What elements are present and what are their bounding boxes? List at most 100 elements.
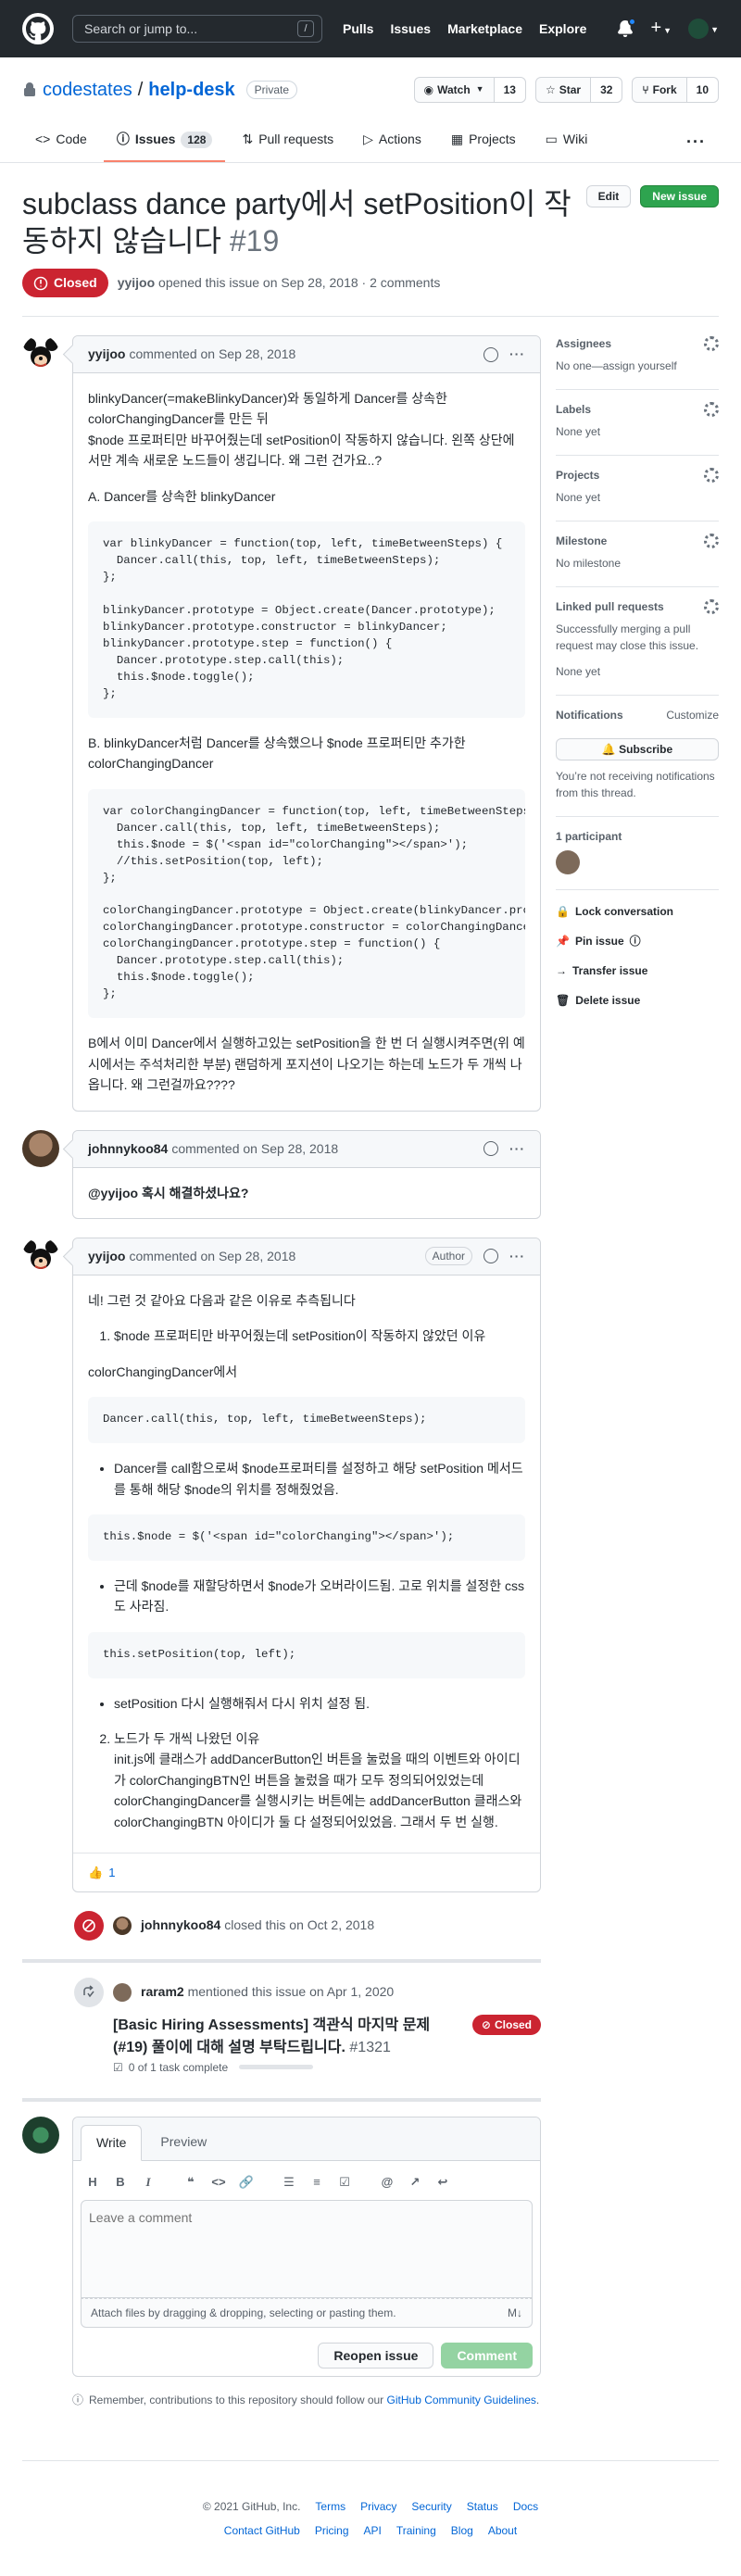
kebab-menu-icon[interactable]: ··· <box>509 1247 525 1266</box>
add-reaction-icon[interactable] <box>484 346 498 362</box>
unordered-list-icon[interactable]: ☰ <box>277 2172 301 2193</box>
sidebar-heading[interactable]: Milestone <box>556 533 607 549</box>
issue-author-link[interactable]: yyijoo <box>118 275 155 290</box>
mention-icon[interactable]: @ <box>375 2172 399 2193</box>
kebab-menu-icon[interactable]: ··· <box>509 345 525 364</box>
avatar-yyijoo[interactable] <box>22 335 59 372</box>
event-actor[interactable]: raram2 <box>141 1984 184 1999</box>
star-count[interactable]: 32 <box>591 78 622 102</box>
code-icon[interactable]: <> <box>207 2172 231 2193</box>
heading-icon[interactable]: H <box>81 2172 105 2193</box>
nav-marketplace[interactable]: Marketplace <box>447 19 522 39</box>
star-button[interactable]: ☆ Star 32 <box>534 77 623 103</box>
comment-date[interactable]: commented on Sep 28, 2018 <box>129 345 295 364</box>
tab-code[interactable]: <> Code <box>22 122 100 162</box>
user-menu[interactable]: ▼ <box>688 19 719 40</box>
footer-link-status[interactable]: Status <box>467 2498 498 2515</box>
link-icon[interactable]: 🔗 <box>234 2172 258 2193</box>
delete-issue-link[interactable]: 🗑 Delete issue <box>556 992 719 1009</box>
new-issue-button[interactable]: New issue <box>640 185 719 207</box>
nav-pulls[interactable]: Pulls <box>343 19 373 39</box>
tab-issues[interactable]: ⓘ Issues 128 <box>103 122 226 162</box>
task-list-icon[interactable]: ☑ <box>333 2172 357 2193</box>
actor-avatar[interactable] <box>113 1916 132 1935</box>
nav-issues[interactable]: Issues <box>390 19 431 39</box>
kebab-menu-icon[interactable]: ··· <box>509 1139 525 1159</box>
footer-link-contact[interactable]: Contact GitHub <box>224 2522 300 2539</box>
info-icon[interactable]: ⓘ <box>630 933 641 949</box>
quote-icon[interactable]: ❝ <box>179 2172 203 2193</box>
tab-actions[interactable]: ▷ Actions <box>350 122 434 162</box>
subscribe-button[interactable]: 🔔 Subscribe <box>556 738 719 760</box>
comment-date[interactable]: commented on Sep 28, 2018 <box>171 1139 338 1159</box>
participant-avatar[interactable] <box>556 850 580 874</box>
ordered-list-icon[interactable]: ≡ <box>305 2172 329 2193</box>
footer-link-docs[interactable]: Docs <box>513 2498 538 2515</box>
gear-icon[interactable] <box>704 402 719 417</box>
repo-name-link[interactable]: help-desk <box>148 76 234 104</box>
bold-icon[interactable]: B <box>108 2172 132 2193</box>
comment-date[interactable]: commented on Sep 28, 2018 <box>129 1247 295 1266</box>
nav-explore[interactable]: Explore <box>539 19 586 39</box>
footer-link-security[interactable]: Security <box>411 2498 451 2515</box>
comment-author[interactable]: yyijoo <box>88 1247 125 1266</box>
comment-submit-button[interactable]: Comment <box>441 2342 533 2369</box>
customize-link[interactable]: Customize <box>666 707 719 723</box>
add-reaction-icon[interactable] <box>484 1249 498 1264</box>
watch-count[interactable]: 13 <box>494 78 525 102</box>
edit-title-button[interactable]: Edit <box>585 185 632 207</box>
watch-button[interactable]: ◉ Watch ▼ 13 <box>413 77 526 103</box>
footer-link-about[interactable]: About <box>488 2522 517 2539</box>
sidebar-heading[interactable]: Assignees <box>556 335 611 352</box>
fork-button[interactable]: ⑂ Fork 10 <box>632 77 719 103</box>
footer-link-terms[interactable]: Terms <box>315 2498 345 2515</box>
assignees-value[interactable]: No one—assign yourself <box>556 358 719 374</box>
transfer-issue-link[interactable]: → Transfer issue <box>556 962 719 979</box>
sidebar-heading[interactable]: Projects <box>556 467 599 484</box>
referenced-issue-link[interactable]: [Basic Hiring Assessments] 객관식 마지막 문제 (#… <box>113 2015 463 2059</box>
notifications-bell-icon[interactable] <box>617 17 637 37</box>
current-user-avatar[interactable] <box>22 2116 59 2154</box>
cross-reference-icon[interactable]: ↗ <box>403 2172 427 2193</box>
sidebar-heading[interactable]: Labels <box>556 401 591 418</box>
sidebar-linked-prs: Linked pull requests Successfully mergin… <box>556 587 719 696</box>
tab-wiki[interactable]: ▭ Wiki <box>533 122 601 162</box>
tab-projects[interactable]: ▦ Projects <box>438 122 529 162</box>
comment-textarea[interactable] <box>82 2200 532 2292</box>
footer-link-api[interactable]: API <box>364 2522 382 2539</box>
footer-link-pricing[interactable]: Pricing <box>315 2522 349 2539</box>
lock-conversation-link[interactable]: 🔒 Lock conversation <box>556 903 719 920</box>
footer-link-privacy[interactable]: Privacy <box>360 2498 396 2515</box>
comment-author[interactable]: johnnykoo84 <box>88 1139 168 1159</box>
gear-icon[interactable] <box>704 599 719 614</box>
footer-link-training[interactable]: Training <box>396 2522 436 2539</box>
add-reaction-icon[interactable] <box>484 1141 498 1157</box>
github-logo-icon[interactable] <box>22 13 54 44</box>
gear-icon[interactable] <box>704 468 719 483</box>
comment-author[interactable]: yyijoo <box>88 345 125 364</box>
repo-owner-link[interactable]: codestates <box>43 76 132 104</box>
reopen-issue-button[interactable]: Reopen issue <box>318 2342 434 2369</box>
tab-preview[interactable]: Preview <box>145 2125 221 2160</box>
footer-link-blog[interactable]: Blog <box>451 2522 473 2539</box>
create-new-menu[interactable]: + ▼ <box>650 19 672 39</box>
markdown-icon[interactable]: M↓ <box>508 2305 522 2321</box>
pin-issue-link[interactable]: 📌 Pin issue ⓘ <box>556 933 719 949</box>
gear-icon[interactable] <box>704 534 719 548</box>
actor-avatar[interactable] <box>113 1982 132 2002</box>
community-guidelines-link[interactable]: GitHub Community Guidelines <box>387 2394 536 2406</box>
event-actor[interactable]: johnnykoo84 <box>141 1917 220 1932</box>
more-tabs-button[interactable]: ··· <box>673 122 719 162</box>
global-search-input[interactable]: Search or jump to... / <box>72 15 322 43</box>
avatar-johnnykoo84[interactable] <box>22 1129 59 1167</box>
gear-icon[interactable] <box>704 336 719 351</box>
sidebar-heading[interactable]: Linked pull requests <box>556 598 664 615</box>
tab-pull-requests[interactable]: ⇅ Pull requests <box>229 122 346 162</box>
reply-icon[interactable]: ↩ <box>431 2172 455 2193</box>
italic-icon[interactable]: I <box>136 2172 160 2193</box>
avatar-yyijoo[interactable] <box>22 1237 59 1275</box>
attach-files-bar[interactable]: Attach files by dragging & dropping, sel… <box>81 2297 533 2328</box>
tab-write[interactable]: Write <box>81 2124 143 2161</box>
fork-count[interactable]: 10 <box>686 78 718 102</box>
reaction-thumbs-up[interactable]: 👍 1 <box>88 1864 115 1882</box>
